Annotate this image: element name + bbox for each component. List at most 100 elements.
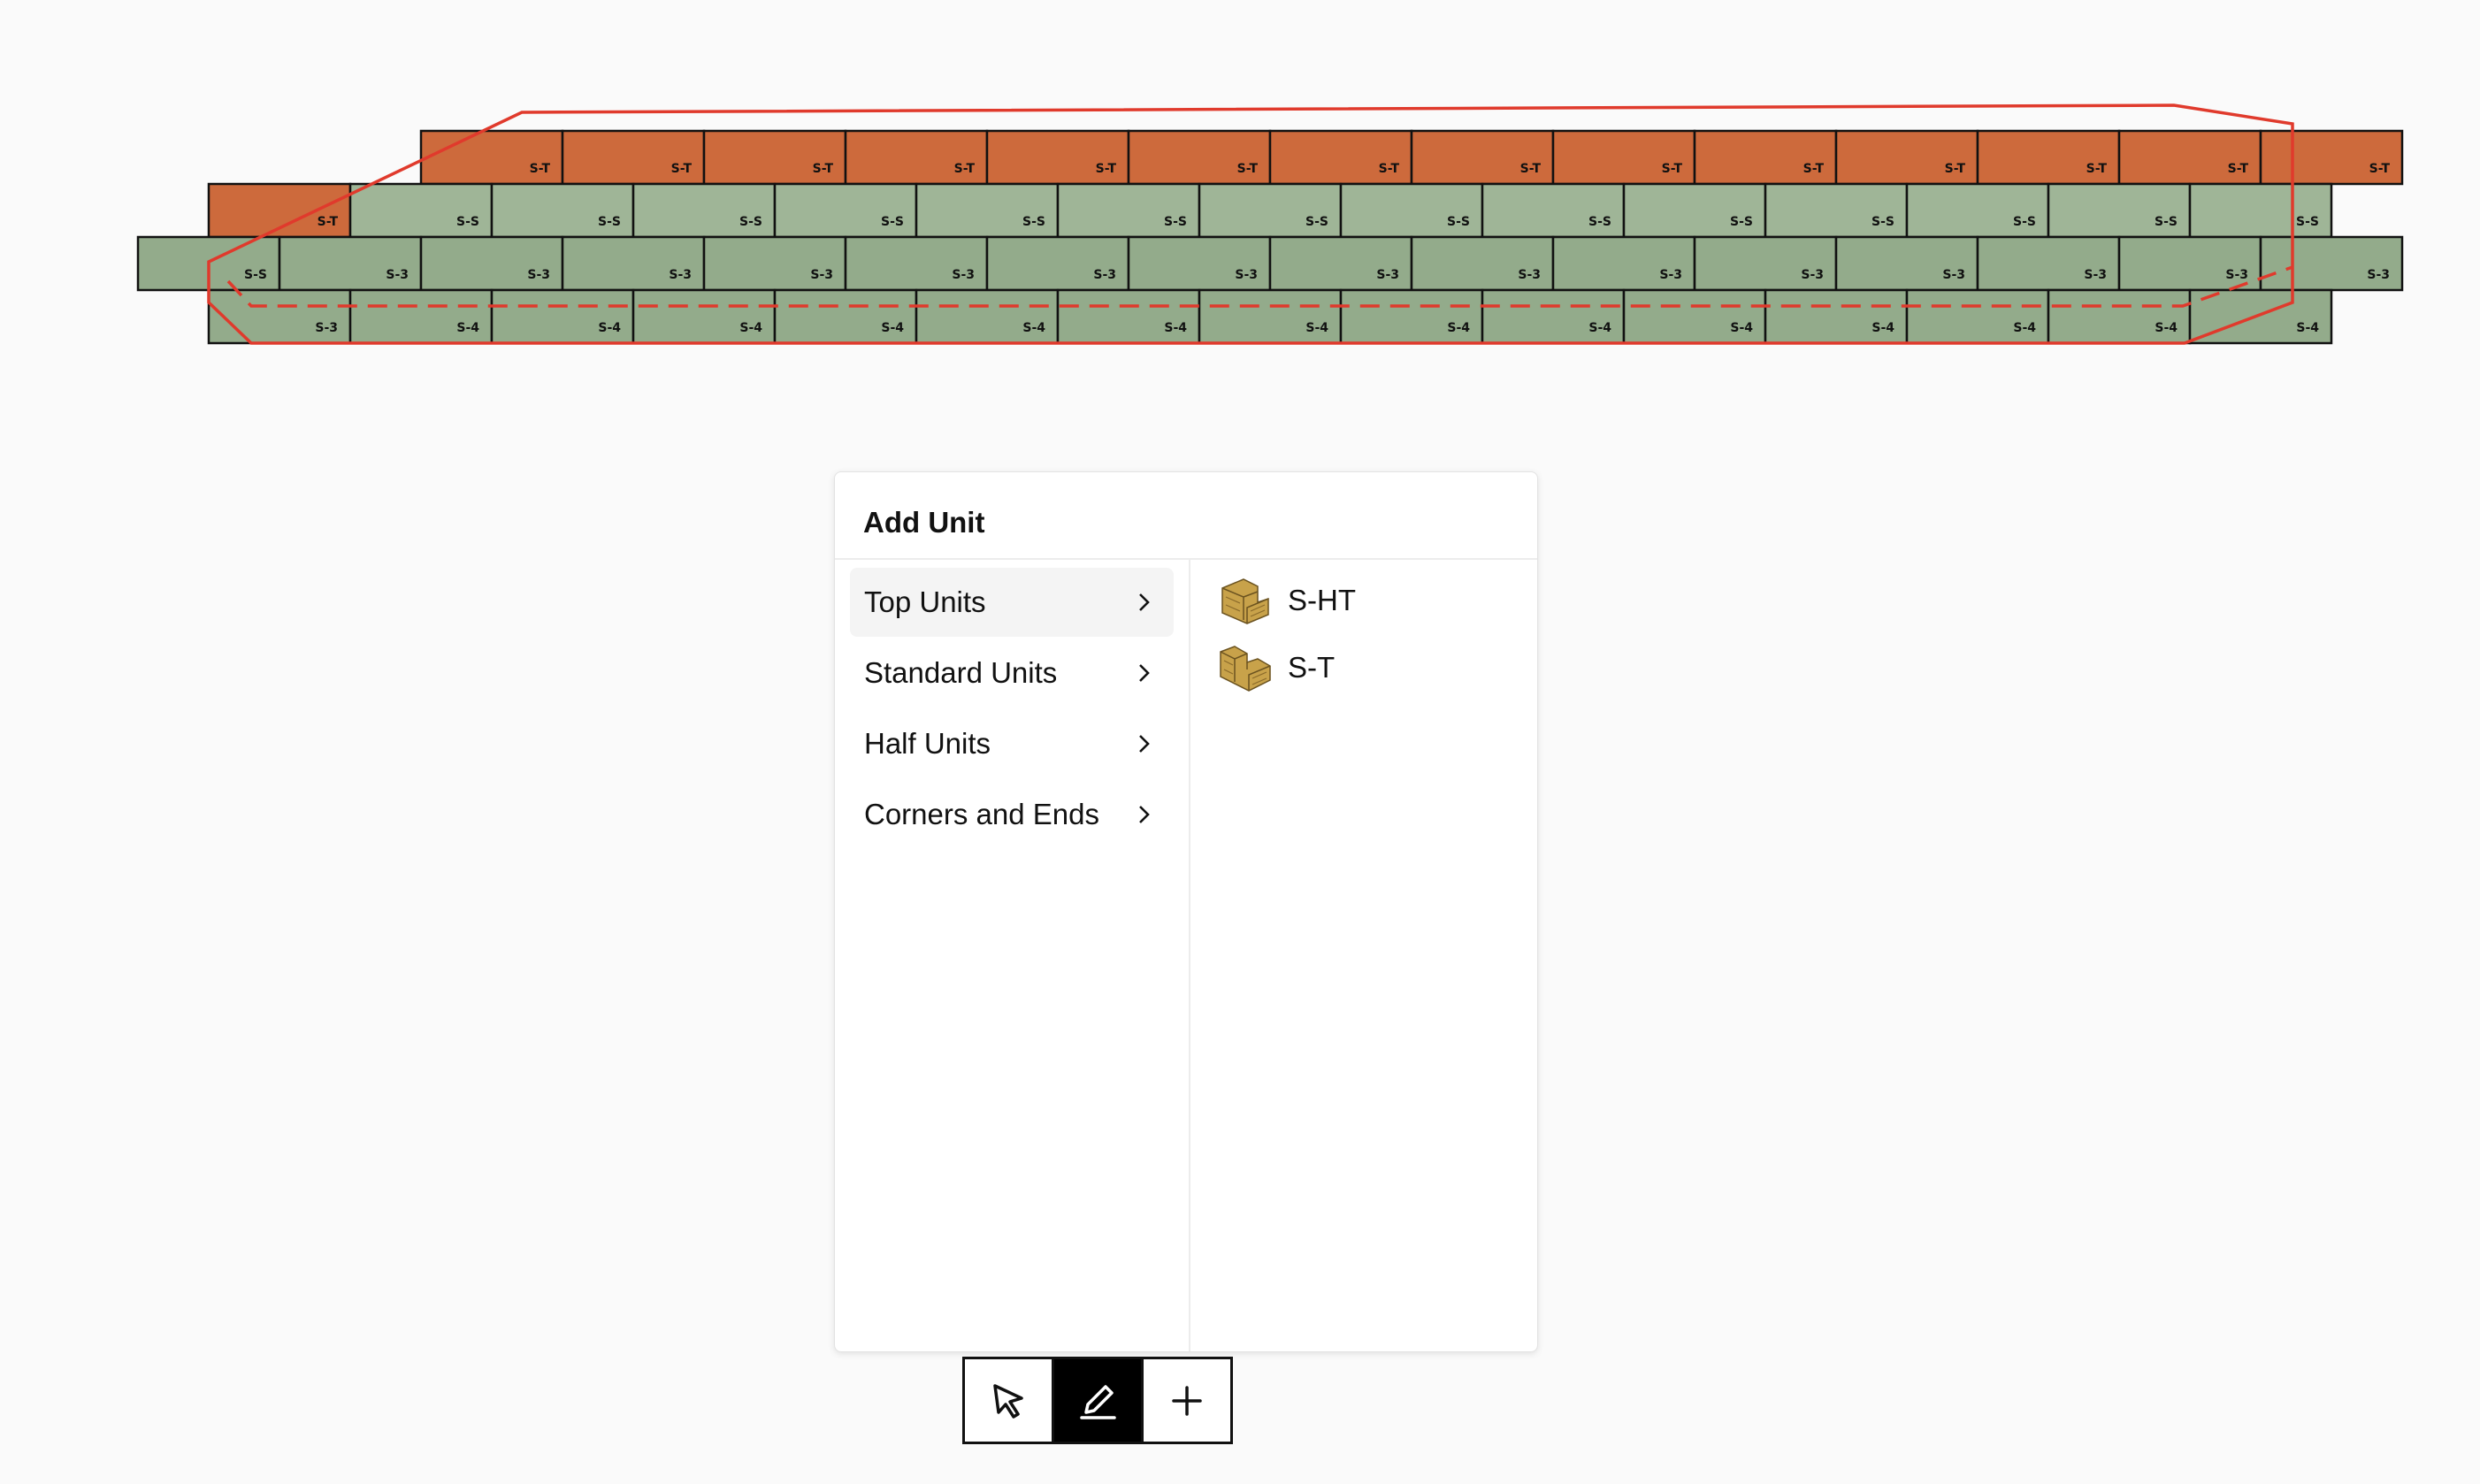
unit-block-standard[interactable]: S-3: [2259, 235, 2404, 292]
unit-block-standard[interactable]: S-S: [1481, 182, 1626, 239]
category-top-units[interactable]: Top Units: [850, 568, 1174, 637]
unit-block-top[interactable]: S-T: [1127, 129, 1272, 186]
unit-block-standard[interactable]: S-4: [2188, 288, 2333, 345]
unit-block-standard[interactable]: S-4: [348, 288, 494, 345]
unit-block-standard[interactable]: S-4: [490, 288, 635, 345]
unit-label: S-4: [1164, 321, 1187, 335]
unit-block-standard[interactable]: S-S: [1764, 182, 1909, 239]
draw-tool-button[interactable]: [1052, 1359, 1141, 1442]
unit-block-standard[interactable]: S-4: [1481, 288, 1626, 345]
unit-block-top[interactable]: S-T: [1410, 129, 1555, 186]
unit-block-top[interactable]: S-T: [1268, 129, 1413, 186]
unit-block-top[interactable]: S-T: [1976, 129, 2121, 186]
unit-block-standard[interactable]: S-3: [561, 235, 706, 292]
unit-block-standard[interactable]: S-3: [1268, 235, 1413, 292]
add-unit-panel: Add Unit Top Units Standard Units Half U…: [834, 471, 1538, 1352]
unit-block-standard[interactable]: S-3: [1834, 235, 1979, 292]
unit-block-top[interactable]: S-T: [561, 129, 706, 186]
category-standard-units[interactable]: Standard Units: [850, 639, 1174, 708]
unit-block-standard[interactable]: S-3: [2117, 235, 2262, 292]
unit-block-top[interactable]: S-T: [702, 129, 847, 186]
unit-label: S-S: [1164, 215, 1187, 229]
wall-bricks[interactable]: S-T S-T S-T S-T S-T S-T S-T S-T S-T S-T S-T S-T S-T S…: [136, 129, 2404, 345]
unit-block-standard[interactable]: S-3: [1551, 235, 1696, 292]
unit-label: S-T: [318, 215, 339, 229]
plus-icon: [1172, 1385, 1202, 1416]
unit-label: S-4: [1022, 321, 1045, 335]
unit-label: S-3: [952, 268, 975, 282]
unit-label: S-3: [1659, 268, 1682, 282]
unit-label: S-T: [2369, 162, 2391, 176]
unit-label: S-4: [2155, 321, 2178, 335]
unit-block-standard[interactable]: S-3: [207, 288, 352, 345]
unit-block-standard[interactable]: S-3: [419, 235, 564, 292]
unit-label: S-S: [2296, 215, 2319, 229]
unit-block-standard[interactable]: S-S: [915, 182, 1060, 239]
select-tool-button[interactable]: [965, 1359, 1052, 1442]
unit-block-standard[interactable]: S-S: [348, 182, 494, 239]
unit-block-top[interactable]: S-T: [2117, 129, 2262, 186]
unit-block-standard[interactable]: S-S: [1905, 182, 2050, 239]
unit-block-standard[interactable]: S-4: [2047, 288, 2192, 345]
unit-block-standard[interactable]: S-3: [278, 235, 423, 292]
unit-block-standard[interactable]: S-4: [631, 288, 777, 345]
unit-label: S-T: [1945, 162, 1966, 176]
unit-label: S-S: [1447, 215, 1470, 229]
unit-label: S-T: [954, 162, 976, 176]
chevron-right-icon: [1139, 735, 1150, 753]
unit-block-standard[interactable]: S-S: [2188, 182, 2333, 239]
panel-title: Add Unit: [863, 506, 985, 539]
unit-label: S-3: [1942, 268, 1965, 282]
unit-label: S-S: [881, 215, 904, 229]
unit-item-s-t[interactable]: S-T: [1217, 641, 1335, 694]
chevron-right-icon: [1139, 664, 1150, 682]
unit-block-standard[interactable]: S-3: [1127, 235, 1272, 292]
unit-label: S-T: [1520, 162, 1542, 176]
unit-block-top[interactable]: S-T: [419, 129, 564, 186]
unit-block-standard[interactable]: S-4: [1622, 288, 1767, 345]
unit-block-standard[interactable]: S-4: [1198, 288, 1343, 345]
unit-label: S-T: [1379, 162, 1400, 176]
unit-block-top[interactable]: S-T: [844, 129, 989, 186]
unit-block-standard[interactable]: S-3: [1410, 235, 1555, 292]
pen-icon: [1080, 1384, 1116, 1419]
tool-bar: [962, 1357, 1233, 1444]
category-half-units[interactable]: Half Units: [850, 709, 1174, 778]
unit-block-standard[interactable]: S-4: [1764, 288, 1909, 345]
unit-label: S-4: [881, 321, 904, 335]
unit-block-standard[interactable]: S-3: [1693, 235, 1838, 292]
unit-block-standard[interactable]: S-S: [1056, 182, 1201, 239]
unit-block-standard[interactable]: S-3: [1976, 235, 2121, 292]
unit-block-top[interactable]: S-T: [2259, 129, 2404, 186]
unit-block-standard[interactable]: S-4: [773, 288, 918, 345]
unit-block-standard[interactable]: S-4: [1056, 288, 1201, 345]
unit-label: S-4: [2013, 321, 2036, 335]
unit-block-standard[interactable]: S-3: [985, 235, 1130, 292]
unit-block-standard[interactable]: S-S: [1622, 182, 1767, 239]
unit-block-standard[interactable]: S-S: [1198, 182, 1343, 239]
unit-label: S-S: [1022, 215, 1045, 229]
unit-block-top[interactable]: S-T: [1693, 129, 1838, 186]
unit-item-s-ht[interactable]: S-HT: [1217, 574, 1356, 627]
wall-canvas[interactable]: S-T S-T S-T S-T S-T S-T S-T S-T S-T S-T S-T S-T S-T S…: [0, 0, 2480, 371]
unit-block-standard[interactable]: S-S: [773, 182, 918, 239]
unit-block-standard[interactable]: S-3: [844, 235, 989, 292]
unit-block-standard[interactable]: S-3: [702, 235, 847, 292]
unit-block-standard[interactable]: S-S: [631, 182, 777, 239]
category-label: Top Units: [864, 585, 986, 618]
unit-block-top[interactable]: S-T: [985, 129, 1130, 186]
category-corners-and-ends[interactable]: Corners and Ends: [850, 780, 1174, 849]
unit-block-standard[interactable]: S-S: [490, 182, 635, 239]
unit-block-top[interactable]: S-T: [1551, 129, 1696, 186]
chevron-right-icon: [1139, 593, 1150, 611]
unit-block-standard[interactable]: S-4: [1339, 288, 1484, 345]
unit-block-standard[interactable]: S-4: [915, 288, 1060, 345]
unit-label: S-T: [813, 162, 834, 176]
unit-block-standard[interactable]: S-4: [1905, 288, 2050, 345]
unit-block-standard[interactable]: S-S: [2047, 182, 2192, 239]
unit-label: S-T: [530, 162, 551, 176]
add-tool-button[interactable]: [1141, 1359, 1230, 1442]
unit-label: S-T: [1096, 162, 1117, 176]
unit-block-top[interactable]: S-T: [1834, 129, 1979, 186]
unit-block-standard[interactable]: S-S: [1339, 182, 1484, 239]
